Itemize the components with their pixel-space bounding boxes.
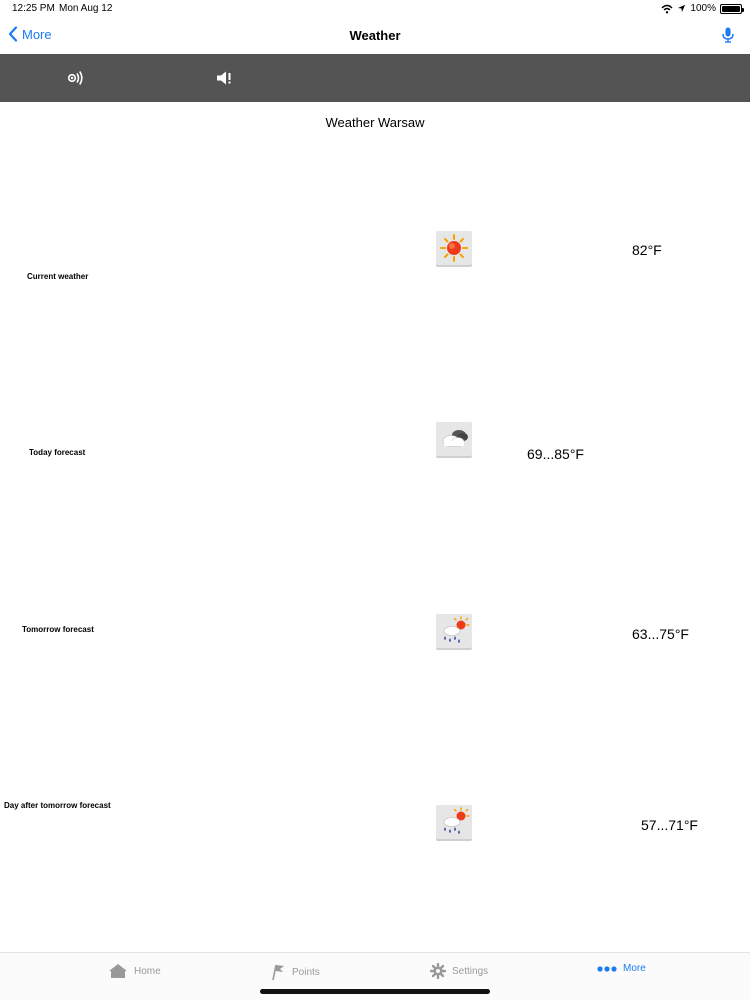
rain-sun-icon <box>436 614 472 650</box>
wifi-icon <box>661 4 673 13</box>
flag-icon <box>272 964 284 981</box>
home-icon <box>109 964 127 978</box>
today-forecast-label: Today forecast <box>29 448 86 457</box>
status-time: 12:25 PM <box>12 3 55 14</box>
status-indicators: 100% <box>661 3 744 14</box>
cloud-icon <box>436 422 472 458</box>
tab-points-label: Points <box>292 966 320 978</box>
current-temperature: 82°F <box>632 242 662 258</box>
sun-icon <box>436 231 472 267</box>
status-date: Mon Aug 12 <box>59 3 113 14</box>
tab-home[interactable]: Home <box>108 963 161 979</box>
tab-home-label: Home <box>134 965 161 977</box>
tab-settings-label: Settings <box>452 965 489 977</box>
day-after-tomorrow-temperature-range: 57...71°F <box>641 817 698 833</box>
rain-sun-icon <box>436 805 472 841</box>
sound-waves-icon <box>67 71 83 85</box>
current-weather-label: Current weather <box>27 272 89 281</box>
more-dots-icon <box>597 965 617 972</box>
status-bar: 12:25 PM Mon Aug 12 100% <box>0 0 750 18</box>
today-temperature-range: 69...85°F <box>527 446 584 462</box>
speak-button[interactable] <box>65 68 85 88</box>
toolbar <box>0 54 750 102</box>
tab-settings[interactable]: Settings <box>430 963 488 979</box>
speaker-alert-icon <box>217 71 231 85</box>
day-after-tomorrow-forecast-label: Day after tomorrow forecast <box>4 801 111 810</box>
sound-alert-button[interactable] <box>215 68 235 88</box>
tomorrow-forecast-label: Tomorrow forecast <box>22 625 94 634</box>
navigation-bar: More Weather <box>0 18 750 54</box>
microphone-button[interactable] <box>722 27 734 48</box>
battery-percent: 100% <box>690 3 716 14</box>
battery-icon <box>720 3 744 14</box>
tomorrow-temperature-range: 63...75°F <box>632 626 689 642</box>
location-arrow-icon <box>678 4 686 13</box>
page-title: Weather <box>349 28 401 43</box>
tab-points[interactable]: Points <box>270 963 320 981</box>
gear-icon <box>430 963 446 979</box>
microphone-icon <box>722 27 734 43</box>
tab-more[interactable]: More <box>597 963 646 974</box>
weather-heading: Weather Warsaw <box>325 115 425 130</box>
tab-more-label: More <box>623 963 646 974</box>
home-indicator[interactable] <box>260 989 490 994</box>
